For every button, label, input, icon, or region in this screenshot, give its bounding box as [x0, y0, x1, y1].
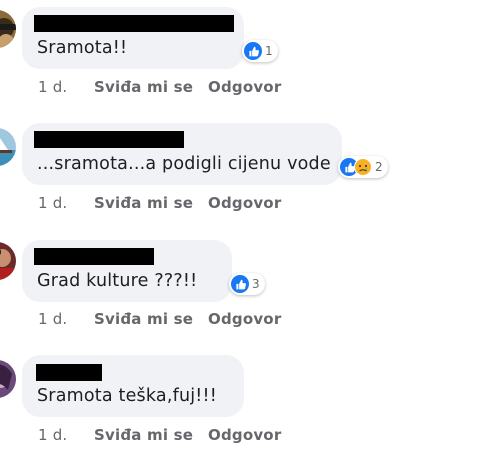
- avatar[interactable]: [0, 360, 16, 398]
- comment-timestamp[interactable]: 1 d.: [38, 310, 67, 328]
- reaction-summary[interactable]: 3: [229, 273, 265, 295]
- reaction-count: 2: [375, 160, 383, 174]
- reaction-summary[interactable]: 2: [338, 156, 388, 178]
- reaction-count: 3: [252, 277, 260, 291]
- comment-timestamp[interactable]: 1 d.: [38, 426, 67, 444]
- reply-button[interactable]: Odgovor: [208, 310, 281, 328]
- reaction-summary[interactable]: 1: [242, 40, 278, 62]
- redacted-author-name: [34, 15, 234, 32]
- like-button[interactable]: Sviđa mi se: [94, 310, 193, 328]
- avatar[interactable]: [0, 128, 16, 166]
- comment-bubble: Sramota!!: [22, 7, 244, 69]
- redacted-author-name: [36, 364, 102, 381]
- reaction-count: 1: [265, 44, 273, 58]
- comment-bubble: ...sramota...a podigli cijenu vode: [22, 123, 342, 185]
- redacted-author-name: [34, 248, 154, 265]
- sad-reaction-icon: [354, 158, 372, 176]
- redacted-author-name: [34, 131, 184, 148]
- comment-text: Sramota teška,fuj!!!: [37, 386, 217, 406]
- avatar[interactable]: [0, 242, 16, 280]
- comment-timestamp[interactable]: 1 d.: [38, 194, 67, 212]
- comment-text: Grad kulture ???!!: [37, 271, 198, 291]
- like-button[interactable]: Sviđa mi se: [94, 426, 193, 444]
- reply-button[interactable]: Odgovor: [208, 194, 281, 212]
- like-reaction-icon: [231, 275, 249, 293]
- comment-bubble: Grad kulture ???!!: [22, 240, 232, 302]
- like-button[interactable]: Sviđa mi se: [94, 194, 193, 212]
- avatar[interactable]: [0, 10, 16, 48]
- like-reaction-icon: [244, 42, 262, 60]
- comment-timestamp[interactable]: 1 d.: [38, 78, 67, 96]
- reply-button[interactable]: Odgovor: [208, 426, 281, 444]
- comment-text: ...sramota...a podigli cijenu vode: [37, 154, 331, 174]
- comment-bubble: Sramota teška,fuj!!!: [22, 355, 244, 417]
- reply-button[interactable]: Odgovor: [208, 78, 281, 96]
- comment-text: Sramota!!: [37, 38, 128, 58]
- like-button[interactable]: Sviđa mi se: [94, 78, 193, 96]
